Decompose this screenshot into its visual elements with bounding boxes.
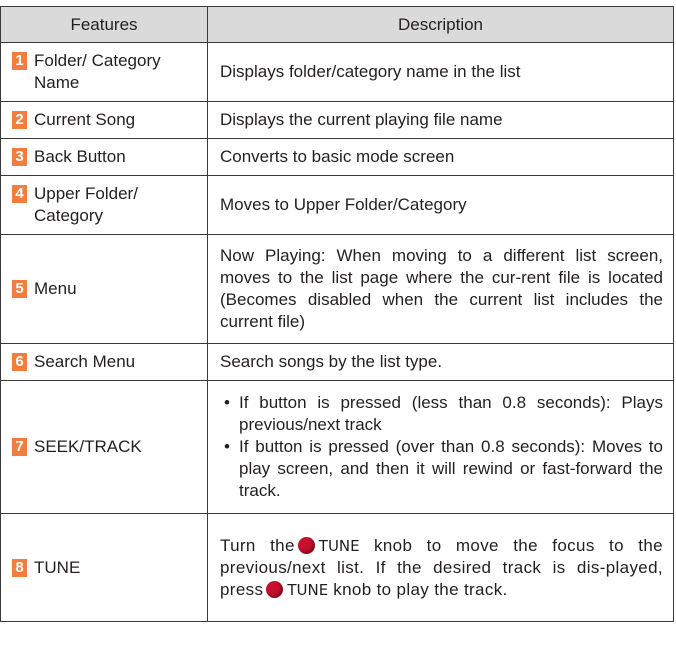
feature-cell: 3 Back Button	[0, 138, 208, 176]
description-cell: Displays folder/category name in the lis…	[207, 42, 674, 102]
feature-cell: 6 Search Menu	[0, 343, 208, 381]
number-badge: 8	[12, 558, 27, 577]
feature-cell: 5 Menu	[0, 234, 208, 344]
table-row: 1 Folder/ Category Name Displays folder/…	[0, 42, 674, 102]
feature-label: Menu	[34, 279, 77, 298]
feature-cell: 4 Upper Folder/ Category	[0, 175, 208, 235]
description-cell: If button is pressed (less than 0.8 seco…	[207, 380, 674, 514]
description-cell: Displays the current playing file name	[207, 101, 674, 139]
feature-cell: 8 TUNE	[0, 513, 208, 622]
bullet-list: If button is pressed (less than 0.8 seco…	[220, 392, 663, 502]
number-badge: 6	[12, 353, 27, 371]
feature-label: SEEK/TRACK	[34, 437, 142, 456]
description-cell: Search songs by the list type.	[207, 343, 674, 381]
features-header: Features	[0, 6, 208, 43]
table-row: 2 Current Song Displays the current play…	[0, 101, 674, 139]
tune-keyword: TUNE	[318, 536, 360, 555]
tune-keyword: TUNE	[287, 580, 329, 599]
feature-label: Upper Folder/ Category	[34, 184, 138, 225]
tune-text-3: knob to play the track.	[333, 579, 508, 599]
table-row: 5 Menu Now Playing: When moving to a dif…	[0, 234, 674, 344]
bullet-item: If button is pressed (over than 0.8 seco…	[220, 436, 663, 502]
feature-label: Folder/ Category Name	[34, 51, 161, 92]
description-cell: Turn the TUNE knob to move the focus to t…	[207, 513, 674, 622]
tune-text-1: Turn the	[220, 535, 295, 555]
feature-cell: 7 SEEK/TRACK	[0, 380, 208, 514]
number-badge: 7	[12, 438, 27, 456]
number-badge: 3	[12, 148, 27, 166]
feature-label: Current Song	[34, 110, 136, 129]
table-row: 3 Back Button Converts to basic mode scr…	[0, 138, 674, 176]
tune-knob-icon	[266, 580, 284, 598]
feature-label: Back Button	[34, 147, 126, 166]
feature-label: Search Menu	[34, 352, 136, 371]
feature-label: TUNE	[34, 557, 81, 577]
description-cell: Now Playing: When moving to a different …	[207, 234, 674, 344]
description-header: Description	[207, 6, 674, 43]
number-badge: 4	[12, 185, 27, 203]
number-badge: 1	[12, 52, 27, 70]
table-row: 4 Upper Folder/ Category Moves to Upper …	[0, 175, 674, 235]
tune-knob-icon	[297, 536, 315, 554]
feature-cell: 2 Current Song	[0, 101, 208, 139]
header-row: Features Description	[0, 6, 674, 43]
table-row: 8 TUNE Turn the TUNE knob to move the foc…	[0, 513, 674, 622]
number-badge: 5	[12, 280, 27, 298]
table-row: 6 Search Menu Search songs by the list t…	[0, 343, 674, 381]
bullet-item: If button is pressed (less than 0.8 seco…	[220, 392, 663, 436]
number-badge: 2	[12, 111, 27, 129]
features-table: Features Description 1 Folder/ Category …	[0, 6, 674, 622]
feature-cell: 1 Folder/ Category Name	[0, 42, 208, 102]
description-cell: Converts to basic mode screen	[207, 138, 674, 176]
description-cell: Moves to Upper Folder/Category	[207, 175, 674, 235]
table-row: 7 SEEK/TRACK If button is pressed (less …	[0, 380, 674, 514]
